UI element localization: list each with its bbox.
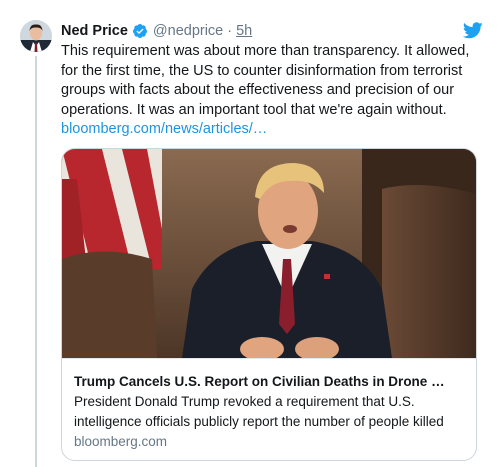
- separator-dot: ·: [227, 23, 233, 39]
- author-name[interactable]: Ned Price: [61, 23, 128, 39]
- thread-line: [35, 56, 37, 467]
- card-title[interactable]: Trump Cancels U.S. Report on Civilian De…: [74, 372, 464, 391]
- tweet[interactable]: Ned Price @nedprice · 5h This requiremen…: [0, 0, 499, 467]
- card-description: President Donald Trump revoked a require…: [74, 394, 444, 429]
- card-domain: bloomberg.com: [74, 434, 168, 449]
- card-image[interactable]: [62, 149, 476, 358]
- timestamp-link[interactable]: 5h: [236, 23, 252, 39]
- card-body: Trump Cancels U.S. Report on Civilian De…: [62, 358, 476, 460]
- tweet-body: This requirement was about more than tra…: [61, 42, 489, 140]
- avatar[interactable]: [20, 20, 52, 52]
- tweet-text: This requirement was about more than tra…: [61, 43, 470, 118]
- verified-badge-icon: [132, 23, 148, 39]
- tweet-link[interactable]: bloomberg.com/news/articles/…: [61, 120, 489, 140]
- link-card[interactable]: Trump Cancels U.S. Report on Civilian De…: [61, 148, 477, 461]
- twitter-bird-icon[interactable]: [462, 22, 483, 39]
- tweet-header: Ned Price @nedprice · 5h: [61, 20, 252, 42]
- author-handle[interactable]: @nedprice: [153, 23, 223, 39]
